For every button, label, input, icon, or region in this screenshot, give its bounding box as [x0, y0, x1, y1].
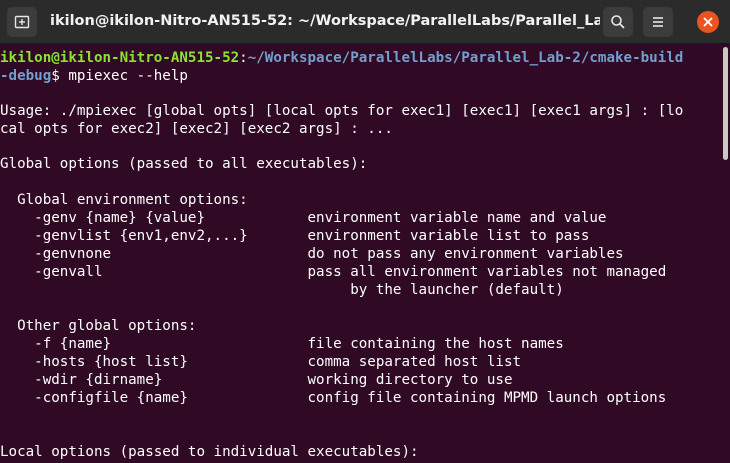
output-line: -wdir {dirname} working directory to use [0, 372, 513, 388]
prompt-line-continued: -debug$ mpiexec --help [0, 67, 188, 85]
new-tab-button[interactable] [7, 7, 37, 37]
prompt-symbol: $ [51, 68, 69, 84]
output-line: -genvlist {env1,env2,...} environment va… [0, 228, 590, 244]
output-line: -genvall pass all environment variables … [0, 264, 667, 280]
output-line: Global environment options: [0, 192, 248, 208]
output-line: Global options (passed to all executable… [0, 156, 368, 172]
output-line: Usage: ./mpiexec [global opts] [local op… [0, 103, 684, 119]
terminal-output[interactable]: ikilon@ikilon-Nitro-AN515-52:~/Workspace… [0, 43, 722, 463]
output-line: -f {name} file containing the host names [0, 336, 564, 352]
title-bar: ikilon@ikilon-Nitro-AN515-52: ~/Workspac… [0, 0, 730, 43]
output-line: -hosts {host list} comma separated host … [0, 354, 522, 370]
output-line: Local options (passed to individual exec… [0, 444, 419, 460]
output-line: -genv {name} {value} environment variabl… [0, 210, 607, 226]
prompt-path: ~/Workspace/ParallelLabs/Parallel_Lab-2/… [247, 50, 684, 66]
prompt-path-continued: -debug [0, 68, 52, 84]
scrollbar[interactable] [722, 43, 730, 463]
command-text: mpiexec --help [68, 68, 188, 84]
output-line: -genvnone do not pass any environment va… [0, 246, 624, 262]
close-icon [703, 17, 713, 27]
new-tab-icon [14, 15, 30, 29]
output-line: cal opts for exec2] [exec2] [exec2 args]… [0, 121, 393, 137]
search-button[interactable] [603, 7, 633, 37]
scrollbar-thumb[interactable] [723, 47, 728, 160]
output-line: -configfile {name} config file containin… [0, 390, 667, 406]
close-button[interactable] [697, 11, 719, 33]
output-line: Other global options: [0, 318, 197, 334]
prompt-separator: : [239, 50, 248, 66]
window-title: ikilon@ikilon-Nitro-AN515-52: ~/Workspac… [50, 13, 600, 29]
hamburger-menu-icon [653, 17, 663, 27]
prompt-user: ikilon@ikilon-Nitro-AN515-52 [0, 50, 240, 66]
search-icon [611, 15, 625, 29]
prompt-line: ikilon@ikilon-Nitro-AN515-52:~/Workspace… [0, 49, 683, 67]
output-line: by the launcher (default) [0, 282, 564, 298]
menu-button[interactable] [643, 7, 673, 37]
